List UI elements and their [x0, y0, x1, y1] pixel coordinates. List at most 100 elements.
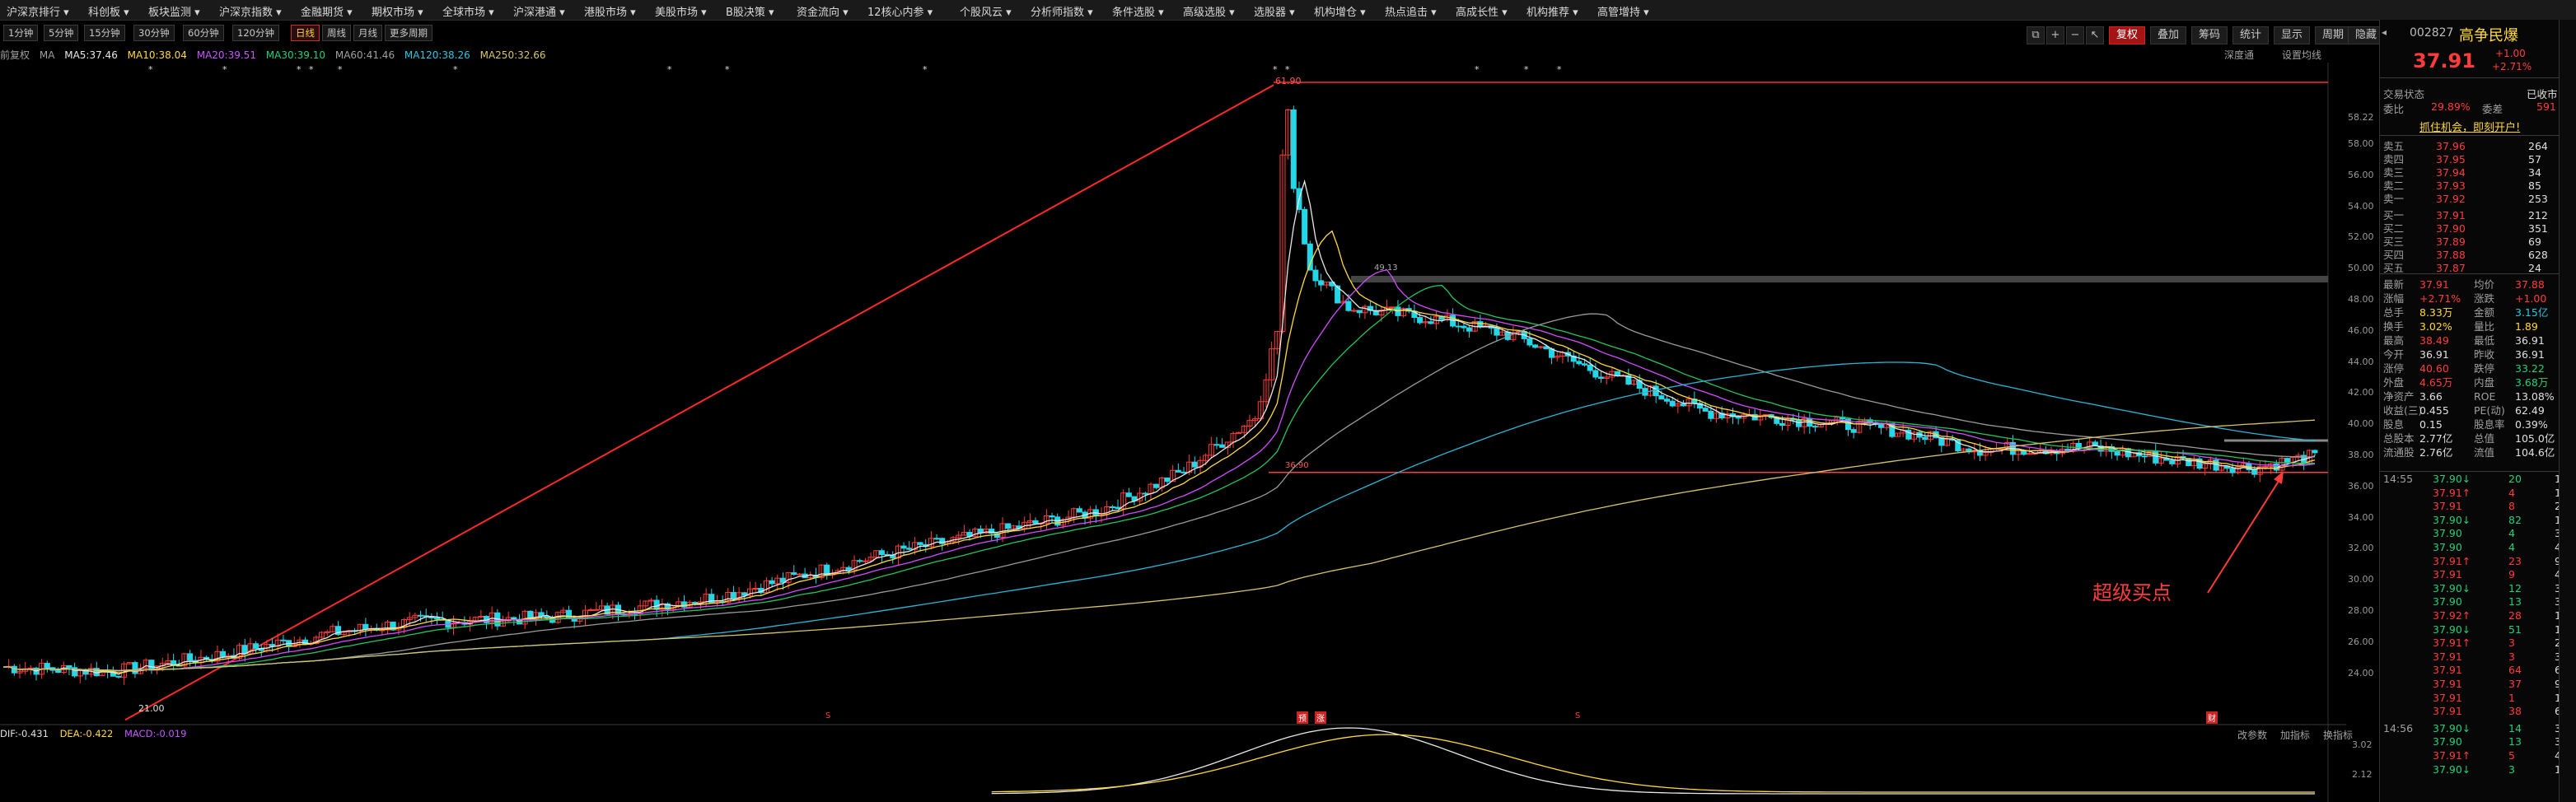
- tick-row: 37.91↑ 3 2: [2383, 636, 2561, 650]
- menu-item[interactable]: 科创板 ▾: [88, 3, 129, 19]
- menu-item[interactable]: 分析师指数 ▾: [1031, 3, 1093, 19]
- order-book-row[interactable]: 买二 37.90 351: [2383, 222, 2561, 235]
- price-tick: 46.00: [2348, 324, 2374, 336]
- stat-row: 流通股 2.76亿 流值 104.6亿: [2383, 446, 2561, 459]
- order-book-row[interactable]: 卖三 37.94 34: [2383, 166, 2561, 180]
- order-book-row[interactable]: 买三 37.89 69: [2383, 235, 2561, 249]
- menu-item[interactable]: 高管增持 ▾: [1597, 3, 1649, 19]
- stat-row: 外盘 4.65万 内盘 3.68万: [2383, 376, 2561, 389]
- menu-item[interactable]: 选股器 ▾: [1254, 3, 1295, 19]
- stat-value: +1.00: [2515, 292, 2547, 305]
- candle-body: [1005, 523, 1012, 529]
- event-marker[interactable]: S: [824, 711, 832, 720]
- menu-item[interactable]: 机构增仓 ▾: [1314, 3, 1366, 19]
- dif-line: [991, 727, 2315, 795]
- overlay-button[interactable]: 叠加: [2150, 26, 2187, 44]
- candle-body: [1466, 327, 1473, 332]
- stat-label: ROE: [2474, 390, 2496, 403]
- menu-item[interactable]: 热点追击 ▾: [1385, 3, 1437, 19]
- period-button[interactable]: 5分钟: [44, 25, 79, 41]
- ob-price: 37.89: [2436, 235, 2466, 248]
- kline-chart[interactable]: * * * * * * * * * * * * * *: [0, 63, 2346, 802]
- menu-item[interactable]: 沪深京排行 ▾: [7, 3, 69, 19]
- edit-params-button[interactable]: 改参数: [2237, 728, 2267, 742]
- event-marker[interactable]: 预: [1297, 711, 1308, 724]
- price-tick: 52.00: [2348, 231, 2374, 243]
- period-button[interactable]: 120分钟: [232, 25, 279, 41]
- period-button[interactable]: 日线: [291, 25, 320, 41]
- period-button[interactable]: 周线: [322, 25, 351, 41]
- display-button[interactable]: 显示: [2274, 26, 2311, 44]
- event-star: *: [667, 64, 672, 75]
- menu-item[interactable]: 沪深港通 ▾: [513, 3, 565, 19]
- candle-body: [1345, 301, 1352, 311]
- stat-label: 外盘: [2383, 376, 2405, 389]
- menu-item[interactable]: 个股风云 ▾: [960, 3, 1012, 19]
- tick-volume: 51: [2508, 622, 2522, 636]
- copy-icon[interactable]: ⧉: [2027, 26, 2045, 44]
- order-book-row[interactable]: 卖一 37.92 253: [2383, 193, 2561, 206]
- menu-item[interactable]: 板块监测 ▾: [148, 3, 200, 19]
- depth-link[interactable]: 深度通: [2224, 48, 2254, 62]
- zoom-out-icon[interactable]: −: [2066, 26, 2084, 44]
- period-button[interactable]: 月线: [353, 25, 382, 41]
- menu-item[interactable]: 高成长性 ▾: [1456, 3, 1508, 19]
- tick-row: 37.91↑ 5 4: [2383, 749, 2561, 762]
- candle-body: [587, 608, 594, 611]
- menu-item[interactable]: B股决策 ▾: [726, 3, 774, 19]
- order-book-row[interactable]: 买四 37.88 628: [2383, 249, 2561, 262]
- period-button[interactable]: 15分钟: [84, 25, 125, 41]
- period-button[interactable]: 更多周期: [385, 25, 432, 41]
- price-tick: 44.00: [2348, 356, 2374, 367]
- period-button[interactable]: 1分钟: [3, 25, 39, 41]
- menu-item[interactable]: 资金流向 ▾: [797, 3, 849, 19]
- adjust-button[interactable]: 复权: [2109, 26, 2146, 44]
- zoom-in-icon[interactable]: +: [2046, 26, 2064, 44]
- candle-body: [187, 653, 194, 661]
- menu-item[interactable]: 港股市场 ▾: [584, 3, 636, 19]
- tick-volume: 1: [2508, 691, 2515, 704]
- ma-settings-link[interactable]: 设置均线: [2282, 48, 2321, 62]
- menu-item[interactable]: 12核心内参 ▾: [867, 3, 933, 19]
- menu-item[interactable]: 条件选股 ▾: [1112, 3, 1164, 19]
- stat-row: 净资产 3.66 ROE 13.08%: [2383, 390, 2561, 403]
- event-marker[interactable]: S: [1573, 711, 1582, 720]
- switch-indicator-button[interactable]: 换指标: [2323, 728, 2353, 742]
- candle-body: [280, 639, 287, 641]
- stat-label: 跌停: [2474, 362, 2495, 375]
- menu-item[interactable]: 美股市场 ▾: [655, 3, 707, 19]
- menu-item[interactable]: 期权市场 ▾: [372, 3, 423, 19]
- tick-price: 37.91: [2433, 664, 2462, 677]
- order-book-row[interactable]: 卖五 37.96 264: [2383, 140, 2561, 153]
- stat-value: 36.91: [2515, 348, 2545, 361]
- order-book-row[interactable]: 买一 37.91 212: [2383, 209, 2561, 222]
- period-button[interactable]: 60分钟: [183, 25, 224, 41]
- event-marker[interactable]: 财: [2206, 711, 2218, 724]
- open-account-promo[interactable]: 抓住机会，即刻开户!: [2419, 119, 2520, 134]
- tick-list: 14:5537.90↓20137.91↑4137.918237.90↓82183…: [2380, 473, 2569, 802]
- candle-body: [1494, 327, 1500, 336]
- stat-button[interactable]: 统计: [2232, 26, 2270, 44]
- menu-item[interactable]: 沪深京指数 ▾: [219, 3, 282, 19]
- price-tick: 40.00: [2348, 418, 2374, 430]
- order-book-row[interactable]: 卖二 37.93 85: [2383, 180, 2561, 193]
- tick-volume: 4: [2508, 541, 2515, 553]
- tick-row: 37.92↑2811: [2383, 609, 2568, 622]
- menu-item[interactable]: 全球市场 ▾: [442, 3, 494, 19]
- tick-row: 37.90 4 3: [2383, 527, 2561, 540]
- menu-item[interactable]: 金融期货 ▾: [301, 3, 353, 19]
- ma10-value: MA10:38.04: [127, 49, 187, 61]
- menu-item[interactable]: 机构推荐 ▾: [1526, 3, 1578, 19]
- pointer-icon[interactable]: ↖: [2086, 26, 2104, 44]
- ma250-value: MA250:32.66: [479, 49, 546, 61]
- order-book-row[interactable]: 卖四 37.95 57: [2383, 153, 2561, 166]
- period-button[interactable]: 30分钟: [133, 25, 175, 41]
- menu-item[interactable]: 高级选股 ▾: [1183, 3, 1235, 19]
- stat-label: 涨停: [2383, 362, 2405, 375]
- chip-button[interactable]: 筹码: [2191, 26, 2228, 44]
- add-indicator-button[interactable]: 加指标: [2280, 728, 2310, 742]
- back-icon[interactable]: ◂: [2382, 26, 2387, 38]
- event-marker[interactable]: 涨: [1315, 711, 1326, 724]
- stat-value: 33.22: [2515, 362, 2545, 375]
- cycle-button[interactable]: 周期: [2315, 26, 2352, 44]
